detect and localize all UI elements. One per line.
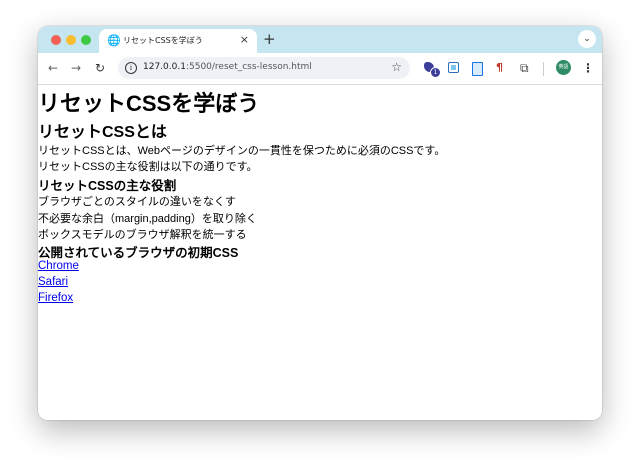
page-title: リセットCSSを学ぼう (38, 91, 260, 116)
tab-close-icon[interactable]: × (240, 34, 249, 46)
browser-window: 🌐 リセットCSSを学ぼう × + ⌄ ← → ↻ i 127.0.0.1:55… (38, 26, 602, 420)
close-window-button[interactable] (51, 35, 61, 45)
back-button[interactable]: ← (48, 61, 58, 75)
profile-avatar[interactable]: 英語 (556, 60, 571, 75)
forward-button[interactable]: → (71, 61, 81, 75)
role-item: ブラウザごとのスタイルの違いをなくす (38, 196, 236, 208)
zoom-window-button[interactable] (81, 35, 91, 45)
paragraph-definition: リセットCSSとは、Webページのデザインの一貫性を保つために必須のCSSです。 (38, 145, 446, 157)
url-text[interactable]: 127.0.0.1:5500/reset_css-lesson.html (143, 62, 312, 72)
minimize-window-button[interactable] (66, 35, 76, 45)
extension-document-icon[interactable] (472, 62, 483, 76)
role-item: ボックスモデルのブラウザ解釈を統一する (38, 229, 247, 241)
link-firefox[interactable]: Firefox (38, 292, 73, 304)
url-path: :5500/reset_css-lesson.html (185, 62, 312, 72)
toolbar-divider (543, 62, 544, 76)
section-heading-what-is: リセットCSSとは (38, 124, 167, 141)
extension-pilcrow-icon[interactable]: ¶ (496, 62, 508, 74)
page-content: リセットCSSを学ぼう リセットCSSとは リセットCSSとは、Webページのデ… (38, 85, 602, 420)
role-item: 不必要な余白（margin,padding）を取り除く (38, 213, 257, 225)
bookmark-star-icon[interactable]: ☆ (391, 60, 402, 74)
browser-toolbar: ← → ↻ i 127.0.0.1:5500/reset_css-lesson.… (38, 53, 602, 85)
url-host: 127.0.0.1 (143, 62, 186, 72)
tab-strip: 🌐 リセットCSSを学ぼう × + ⌄ (38, 26, 602, 53)
section-heading-default-css: 公開されているブラウザの初期CSS (38, 246, 239, 260)
link-safari[interactable]: Safari (38, 276, 68, 288)
extensions-puzzle-icon[interactable]: ⧉ (520, 62, 532, 74)
globe-icon: 🌐 (107, 34, 121, 47)
address-bar[interactable]: i 127.0.0.1:5500/reset_css-lesson.html ☆ (118, 57, 410, 79)
tab-search-button[interactable]: ⌄ (578, 30, 596, 48)
browser-menu-icon[interactable]: ⋮ (582, 61, 594, 75)
section-heading-roles: リセットCSSの主な役割 (38, 179, 177, 193)
extension-puzzle-badge-icon[interactable]: 1 (424, 62, 441, 78)
paragraph-roles-intro: リセットCSSの主な役割は以下の通りです。 (38, 161, 258, 173)
tab-title: リセットCSSを学ぼう (123, 36, 203, 45)
extension-badge-count: 1 (430, 67, 441, 78)
reload-button[interactable]: ↻ (95, 61, 105, 75)
new-tab-button[interactable]: + (263, 30, 276, 48)
link-chrome[interactable]: Chrome (38, 260, 79, 272)
extension-screenshot-icon[interactable] (448, 62, 459, 73)
tab-active[interactable]: 🌐 リセットCSSを学ぼう × (99, 29, 257, 53)
site-info-icon[interactable]: i (125, 62, 137, 74)
